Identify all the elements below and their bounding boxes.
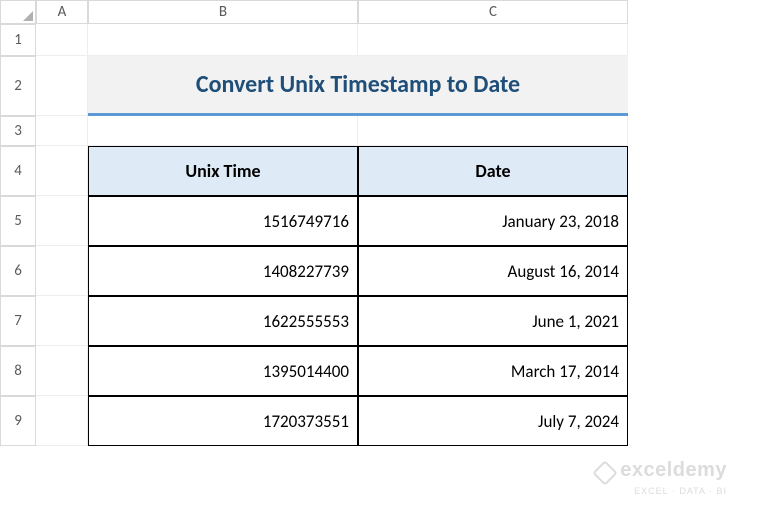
watermark: exceldemy EXCEL · DATA · BI <box>596 459 727 497</box>
cell-c3[interactable] <box>358 116 628 146</box>
cell-unix-4[interactable]: 1720373551 <box>88 396 358 446</box>
cell-unix-0[interactable]: 1516749716 <box>88 196 358 246</box>
cell-a1[interactable] <box>36 24 88 56</box>
cell-date-3[interactable]: March 17, 2014 <box>358 346 628 396</box>
watermark-main: exceldemy <box>620 459 727 481</box>
cell-a2[interactable] <box>36 56 88 116</box>
cell-a5[interactable] <box>36 196 88 246</box>
cell-a8[interactable] <box>36 346 88 396</box>
cell-a7[interactable] <box>36 296 88 346</box>
row-header-2[interactable]: 2 <box>0 56 36 116</box>
row-header-9[interactable]: 9 <box>0 396 36 446</box>
cell-date-0[interactable]: January 23, 2018 <box>358 196 628 246</box>
cell-a3[interactable] <box>36 116 88 146</box>
row-header-7[interactable]: 7 <box>0 296 36 346</box>
cell-b3[interactable] <box>88 116 358 146</box>
row-header-6[interactable]: 6 <box>0 246 36 296</box>
logo-icon <box>593 460 618 485</box>
table-header-date[interactable]: Date <box>358 146 628 196</box>
select-all-corner[interactable] <box>0 0 36 24</box>
row-header-3[interactable]: 3 <box>0 116 36 146</box>
cell-date-4[interactable]: July 7, 2024 <box>358 396 628 446</box>
cell-date-1[interactable]: August 16, 2014 <box>358 246 628 296</box>
cell-unix-1[interactable]: 1408227739 <box>88 246 358 296</box>
row-header-4[interactable]: 4 <box>0 146 36 196</box>
cell-a4[interactable] <box>36 146 88 196</box>
row-header-5[interactable]: 5 <box>0 196 36 246</box>
col-header-a[interactable]: A <box>36 0 88 24</box>
page-title[interactable]: Convert Unix Timestamp to Date <box>88 56 628 116</box>
cell-date-2[interactable]: June 1, 2021 <box>358 296 628 346</box>
cell-c1[interactable] <box>358 24 628 56</box>
cell-a6[interactable] <box>36 246 88 296</box>
watermark-sub: EXCEL · DATA · BI <box>634 486 727 496</box>
spreadsheet-grid: A B C 1 2 3 4 5 6 7 8 9 Convert Unix Tim… <box>0 0 767 446</box>
col-header-c[interactable]: C <box>358 0 628 24</box>
cell-b1[interactable] <box>88 24 358 56</box>
col-header-b[interactable]: B <box>88 0 358 24</box>
cell-unix-3[interactable]: 1395014400 <box>88 346 358 396</box>
cell-a9[interactable] <box>36 396 88 446</box>
table-header-unix[interactable]: Unix Time <box>88 146 358 196</box>
row-header-1[interactable]: 1 <box>0 24 36 56</box>
row-header-8[interactable]: 8 <box>0 346 36 396</box>
cell-unix-2[interactable]: 1622555553 <box>88 296 358 346</box>
